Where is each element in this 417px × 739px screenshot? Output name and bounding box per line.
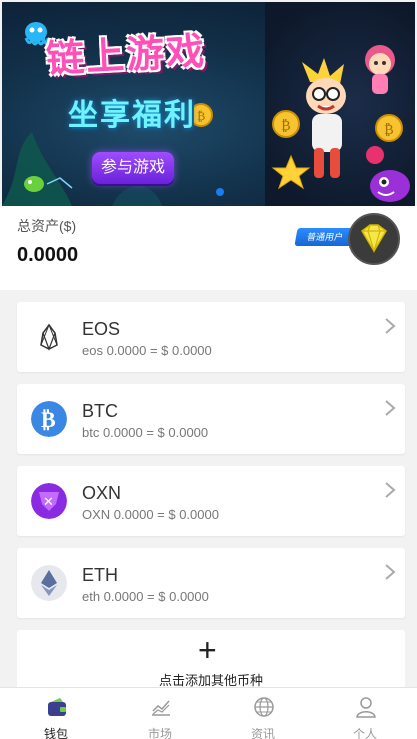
svg-text:₿: ₿ [41, 408, 56, 433]
user-level-badge: 普通用户 [294, 228, 356, 246]
total-assets-label: 总资产($) [17, 218, 77, 234]
banner-title: 链上游戏 [45, 28, 208, 82]
tab-label: 个人 [352, 727, 377, 739]
tab-market[interactable]: 市场 [108, 688, 212, 739]
banner-subtitle: 坐享福利 [68, 99, 196, 132]
add-coin-button[interactable]: + 点击添加其他币种 [17, 630, 405, 690]
svg-text:₿: ₿ [384, 122, 394, 138]
coin-balance: eos 0.0000 = $ 0.0000 [82, 343, 212, 358]
tab-wallet[interactable]: 钱包 [4, 688, 108, 739]
wallet-icon [48, 698, 66, 716]
svg-text:₿: ₿ [197, 109, 205, 123]
coin-row-eos[interactable]: EOS eos 0.0000 = $ 0.0000 [17, 302, 405, 372]
globe-icon [254, 697, 274, 717]
chevron-right-icon [385, 564, 396, 580]
btc-icon: ₿ [31, 401, 67, 437]
promo-banner[interactable]: ₿ ₿ ₿ 链上游戏 坐享福利 参与游戏 [2, 2, 415, 206]
coin-row-btc[interactable]: ₿ BTC btc 0.0000 = $ 0.0000 [17, 384, 405, 454]
bottom-tab-bar: 钱包 市场 资讯 个人 [0, 687, 417, 739]
chevron-right-icon [385, 482, 396, 498]
tab-news[interactable]: 资讯 [211, 688, 315, 739]
chevron-right-icon [385, 400, 396, 416]
vip-diamond-avatar[interactable] [348, 213, 400, 265]
coin-name: OXN [82, 483, 122, 503]
plus-icon: + [198, 632, 217, 668]
oxn-icon: ✕ [31, 483, 67, 519]
person-icon [356, 697, 376, 718]
coin-name: EOS [82, 319, 121, 339]
chevron-right-icon [385, 318, 396, 334]
tab-label: 钱包 [43, 727, 68, 739]
eth-icon [31, 565, 67, 601]
coin-name: BTC [82, 401, 118, 421]
coin-name: ETH [82, 565, 118, 585]
diamond-icon [361, 224, 387, 254]
total-assets-value: 0.0000 [17, 244, 79, 266]
tab-label: 市场 [147, 727, 172, 739]
market-chart-icon [152, 700, 170, 716]
carousel-indicator-dot[interactable] [216, 188, 224, 196]
svg-text:✕: ✕ [43, 495, 54, 510]
join-game-button[interactable]: 参与游戏 [92, 152, 174, 184]
tab-profile[interactable]: 个人 [313, 688, 417, 739]
coin-balance: btc 0.0000 = $ 0.0000 [82, 425, 209, 440]
svg-text:₿: ₿ [281, 118, 291, 134]
coin-row-eth[interactable]: ETH eth 0.0000 = $ 0.0000 [17, 548, 405, 618]
coin-balance: OXN 0.0000 = $ 0.0000 [82, 507, 219, 522]
coin-row-oxn[interactable]: ✕ OXN OXN 0.0000 = $ 0.0000 [17, 466, 405, 536]
tab-label: 资讯 [250, 727, 275, 739]
coin-balance: eth 0.0000 = $ 0.0000 [82, 589, 209, 604]
eos-icon [31, 319, 67, 355]
